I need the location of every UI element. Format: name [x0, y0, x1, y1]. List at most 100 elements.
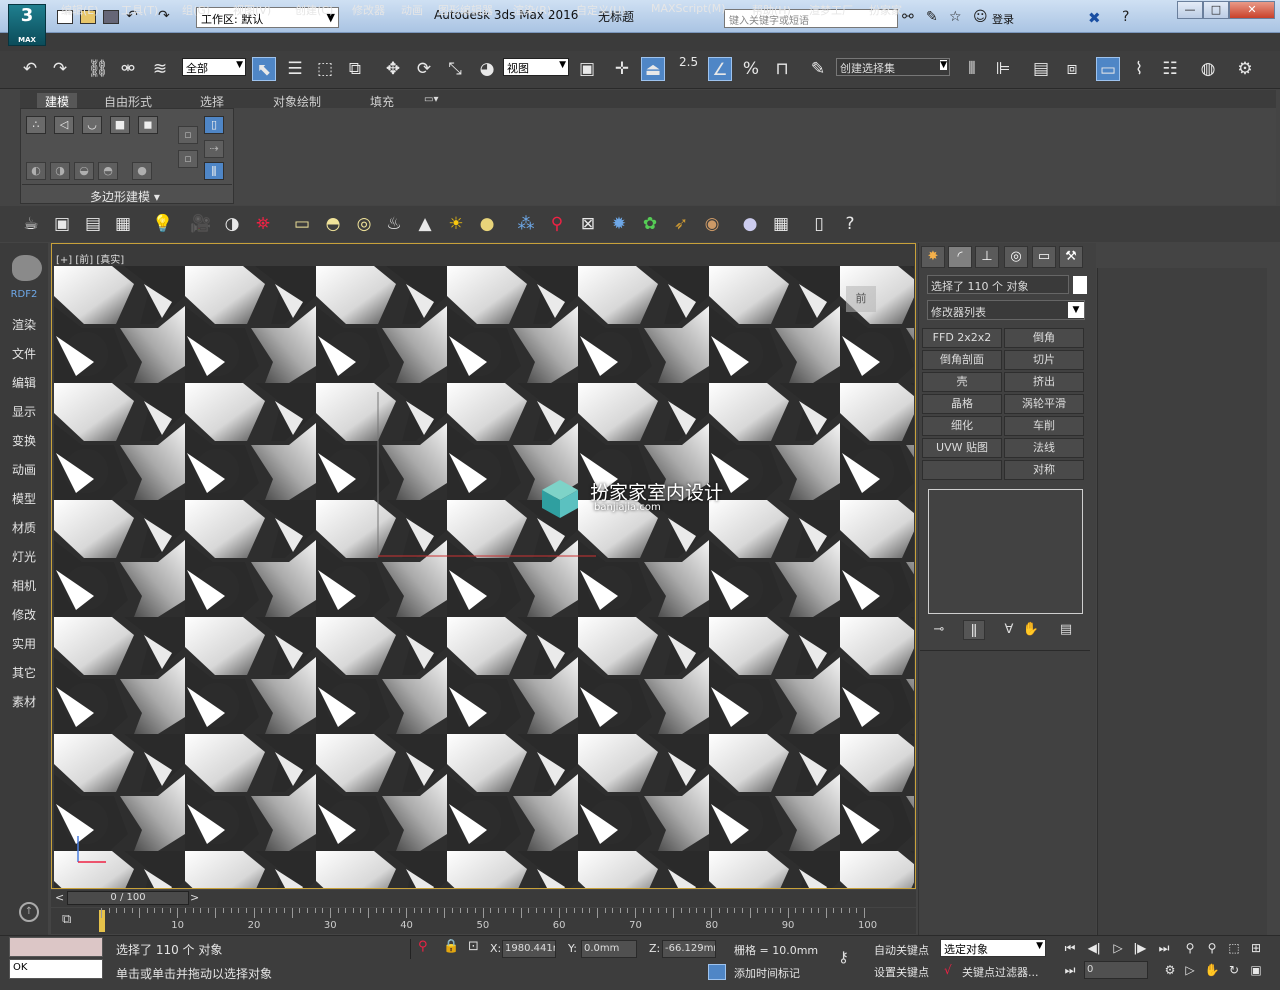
sidebar-item-model[interactable]: 模型	[0, 490, 48, 507]
rectangular-selection-icon[interactable]: ⬚	[313, 57, 337, 81]
select-manipulate-icon[interactable]: ✛	[610, 57, 634, 81]
go-to-start-icon[interactable]: ⏮	[1060, 939, 1080, 957]
curve-editor-mini-icon[interactable]: ⧉	[62, 912, 71, 927]
sidebar-item-utility[interactable]: 实用	[0, 635, 48, 652]
help-icon[interactable]: ?	[1122, 9, 1129, 25]
show-end-result-icon[interactable]: ǁ	[963, 620, 985, 640]
layer-explorer-icon[interactable]: ⧈	[1060, 57, 1084, 81]
key-mode-icon[interactable]: ⏭	[1060, 961, 1080, 979]
vray-sky-icon[interactable]: ●	[474, 211, 500, 237]
front-viewport[interactable]: [+] [前] [真实]	[51, 243, 916, 889]
modifier-stack[interactable]	[928, 489, 1083, 614]
zoom-extents-icon[interactable]: ⬚	[1224, 939, 1244, 957]
sidebar-item-transform[interactable]: 变换	[0, 432, 48, 449]
orbit-icon[interactable]: ↻	[1224, 961, 1244, 979]
vray-help-icon[interactable]: ?	[837, 211, 863, 237]
maximize-viewport-icon[interactable]: ▣	[1246, 961, 1266, 979]
z-coord-field[interactable]: -66.129mm	[662, 940, 716, 958]
render-table-icon[interactable]: ▦	[110, 211, 136, 237]
go-to-end-icon[interactable]: ⏭	[1154, 939, 1174, 957]
close-button[interactable]: ✕	[1229, 1, 1275, 19]
ox-wood-icon[interactable]: ◉	[699, 211, 725, 237]
menu-graph-editors[interactable]: 图形编辑器	[438, 2, 493, 18]
vray-plane-obj-icon[interactable]: ⊠	[575, 211, 601, 237]
edit-named-selection-icon[interactable]: ✎	[806, 57, 830, 81]
curve-editor-icon[interactable]: ⌇	[1127, 57, 1151, 81]
ribbon-toggle-icon[interactable]: ▭	[1096, 57, 1120, 81]
vray-material-editor-icon[interactable]: ▦	[768, 211, 794, 237]
subscription-icon[interactable]: ✎	[926, 9, 938, 25]
select-and-move-icon[interactable]: ✥	[381, 57, 405, 81]
use-displace-icon[interactable]: ▯	[204, 116, 224, 134]
selection-filter-dropdown[interactable]: 全部 ▼	[182, 58, 246, 76]
modify-tab-icon[interactable]: ◜	[948, 246, 972, 268]
sidebar-item-animation[interactable]: 动画	[0, 461, 48, 478]
modifier-button[interactable]: 切片	[1004, 350, 1084, 370]
modify-mode-icon[interactable]: ◐	[26, 162, 46, 180]
select-and-link-icon[interactable]: ⛓	[86, 57, 110, 81]
field-of-view-icon[interactable]: ▷	[1180, 961, 1200, 979]
modifier-list-dropdown[interactable]: 修改器列表 ▼	[927, 300, 1085, 320]
modifier-button[interactable]: 壳	[922, 372, 1002, 392]
isolate-selection-icon[interactable]: ⚲	[418, 939, 428, 954]
zoom-all-icon[interactable]: ⚲	[1202, 939, 1222, 957]
ribbon-options-icon[interactable]: ▭▾	[424, 94, 438, 105]
scene-explorer-icon[interactable]: ▤	[1029, 57, 1053, 81]
next-frame-icon[interactable]: ǀ▶	[1130, 939, 1150, 957]
menu-modifiers[interactable]: 修改器	[352, 2, 385, 18]
x-coord-field[interactable]: 1980.441mm	[502, 940, 556, 958]
redo-icon[interactable]: ↷	[48, 57, 72, 81]
track-bar[interactable]: 10 20 30 40 50 60 70 80 90 100	[51, 908, 916, 934]
configure-modifier-sets-icon[interactable]: ▤	[1055, 620, 1077, 640]
sidebar-item-assets[interactable]: 素材	[0, 693, 48, 710]
modifier-button[interactable]: FFD 2x2x2	[922, 328, 1002, 348]
selected-object-dropdown[interactable]: 选定对象 ▼	[940, 939, 1046, 957]
sidebar-item-edit[interactable]: 编辑	[0, 374, 48, 391]
sidebar-item-camera[interactable]: 相机	[0, 577, 48, 594]
pin-stack-icon[interactable]: ǁ	[204, 162, 224, 180]
menu-help[interactable]: 帮助(H)	[752, 2, 791, 18]
polygon-modeling-label[interactable]: 多边形建模 ▾	[90, 188, 160, 205]
menu-maxscript[interactable]: MAXScript(M)	[651, 2, 726, 15]
time-tag-icon[interactable]	[708, 964, 726, 980]
menu-create[interactable]: 创建(C)	[295, 2, 333, 18]
login-label[interactable]: 登录	[992, 11, 1014, 27]
pan-view-icon[interactable]: ✋	[1202, 961, 1222, 979]
border-icon[interactable]: ◡	[82, 116, 102, 134]
vray-spot-icon[interactable]: ▲	[412, 211, 438, 237]
polygon-icon[interactable]: ■	[110, 116, 130, 134]
menu-xuanmeng[interactable]: 渲梦工厂	[809, 2, 853, 18]
vray-dome-icon[interactable]: ◓	[320, 211, 346, 237]
select-by-name-icon[interactable]: ☰	[283, 57, 307, 81]
make-unique-icon[interactable]: ∀	[998, 620, 1020, 640]
modifier-button[interactable]: 晶格	[922, 394, 1002, 414]
absolute-mode-icon[interactable]: ⊡	[468, 939, 479, 954]
tab-object-paint[interactable]: 对象绘制	[273, 93, 321, 110]
menu-customize[interactable]: 自定义(U)	[576, 2, 626, 18]
binoculars-icon[interactable]: ⚯	[902, 9, 914, 25]
environment-icon[interactable]: ◑	[219, 211, 245, 237]
auto-key-button[interactable]: 自动关键点	[874, 942, 929, 958]
autodesk-x-icon[interactable]: ✖	[1088, 9, 1101, 27]
vray-sun-icon[interactable]: ☀	[443, 211, 469, 237]
minimize-button[interactable]: —	[1177, 1, 1203, 19]
previous-frame-icon[interactable]: ◀ǀ	[1084, 939, 1104, 957]
maxscript-listener-field[interactable]	[9, 937, 103, 957]
display-tab-icon[interactable]: ▭	[1032, 246, 1056, 268]
hair-fur-icon[interactable]: ➶	[668, 211, 694, 237]
chevron-left-icon[interactable]: <	[55, 891, 64, 904]
app-menu-button[interactable]: 3 MAX	[8, 4, 46, 46]
reference-coordinate-dropdown[interactable]: 视图 ▼	[503, 58, 569, 76]
unlink-icon[interactable]: ⚮	[116, 57, 140, 81]
lock-selection-icon[interactable]: 🔒	[443, 939, 459, 954]
menu-tools[interactable]: 工具(T)	[121, 2, 158, 18]
modifier-button[interactable]: 涡轮平滑	[1004, 394, 1084, 414]
sidebar-item-light[interactable]: 灯光	[0, 548, 48, 565]
vertex-icon[interactable]: ∴	[26, 116, 46, 134]
vray-fur-icon[interactable]: ⁂	[513, 211, 539, 237]
camera-icon[interactable]: 🎥	[188, 211, 214, 237]
schematic-view-icon[interactable]: ☷	[1158, 57, 1182, 81]
modifier-button[interactable]	[922, 460, 1002, 480]
utilities-tab-icon[interactable]: ⚒	[1059, 246, 1083, 268]
vray-proxy-icon[interactable]: ⚲	[544, 211, 570, 237]
